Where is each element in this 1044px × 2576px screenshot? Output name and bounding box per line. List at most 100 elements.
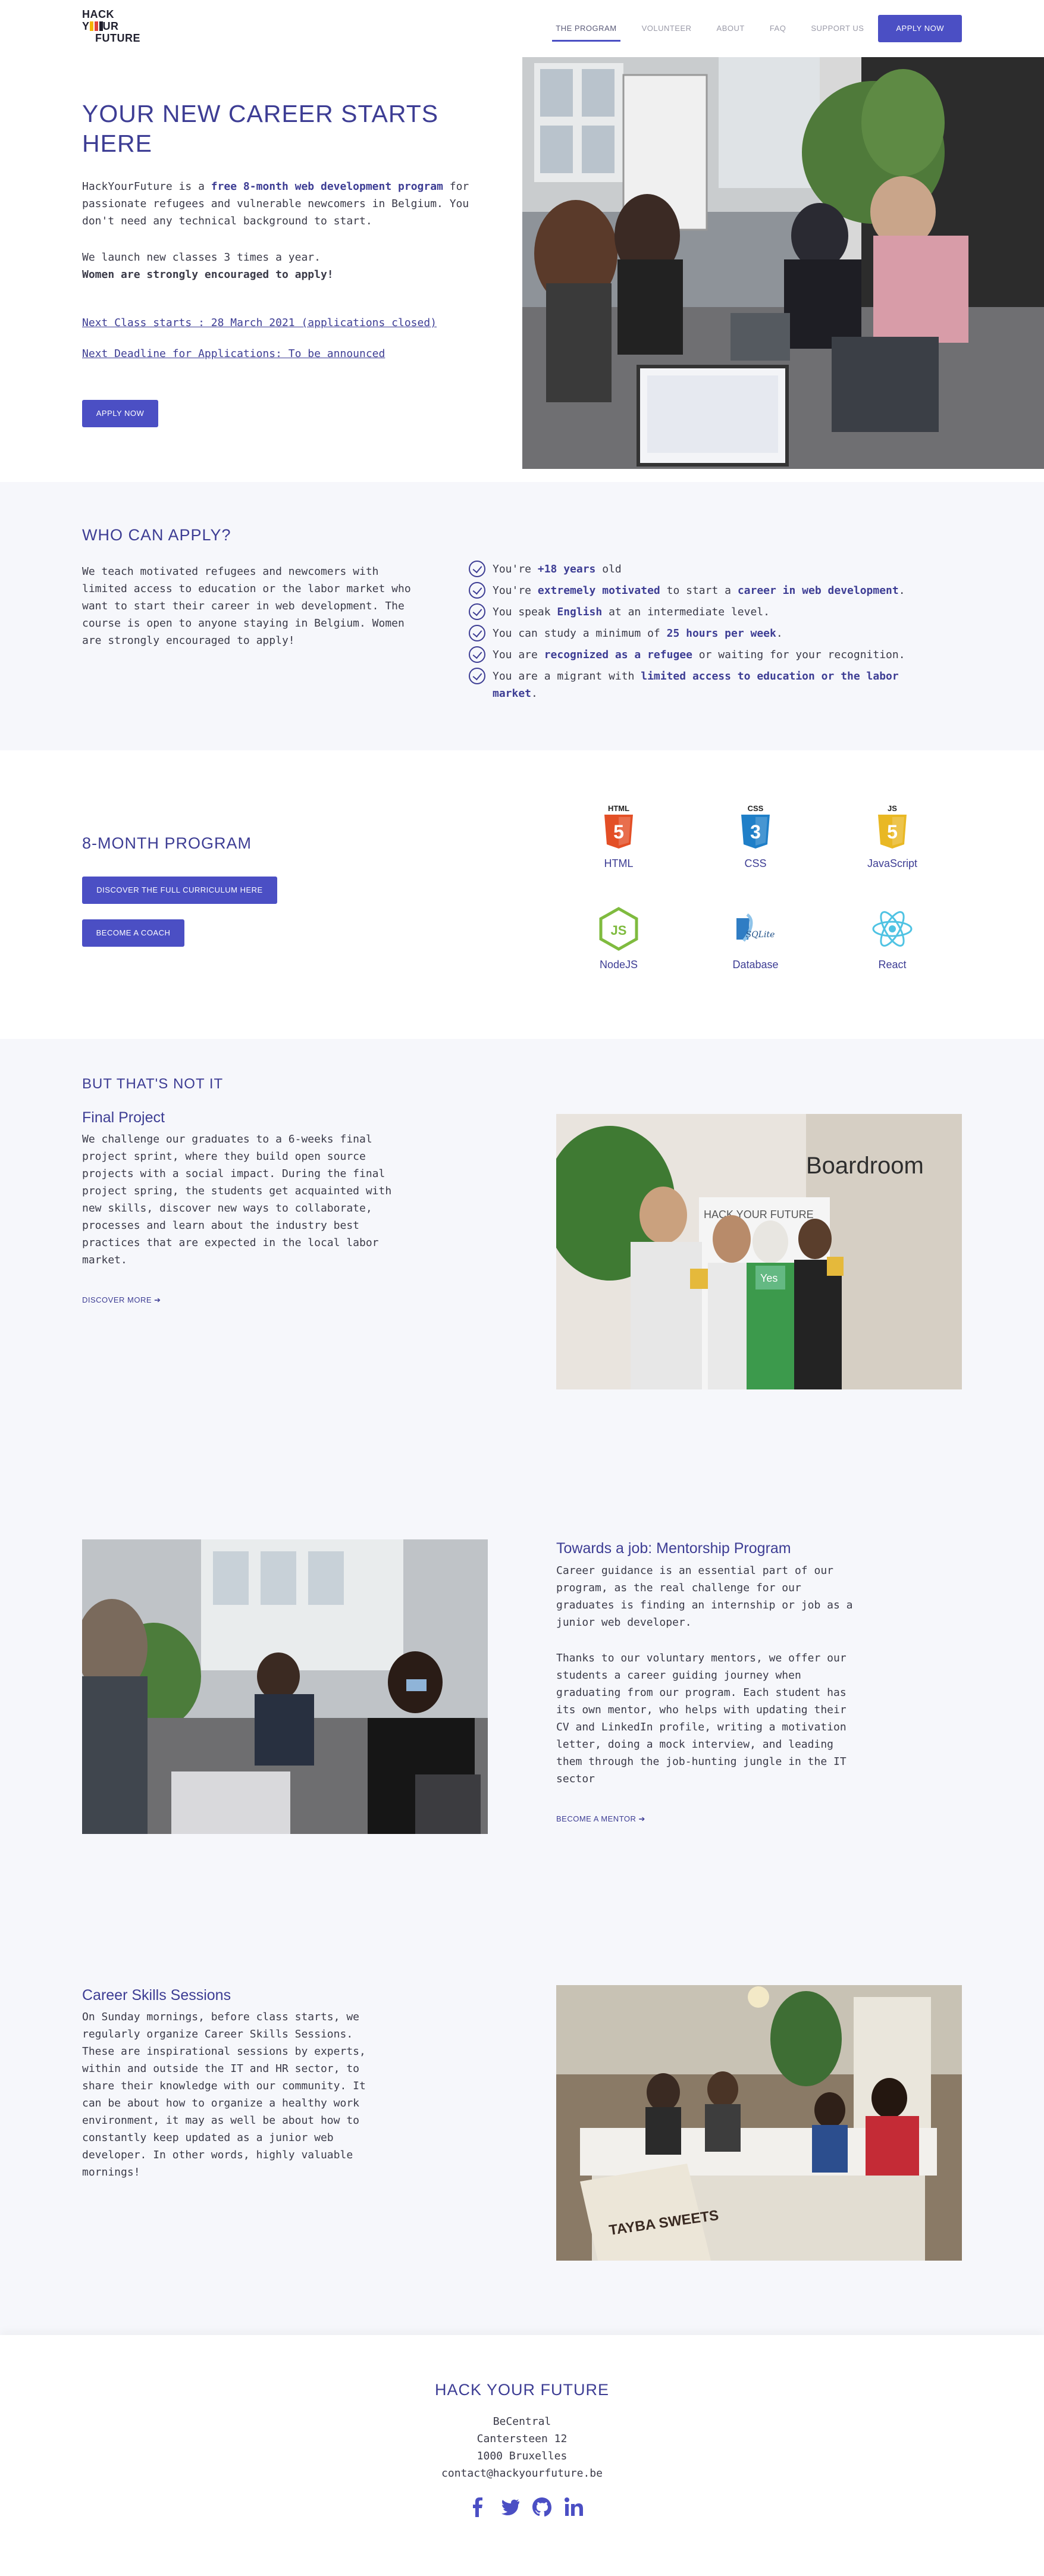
footer-address-3: 1000 Bruxelles — [476, 2450, 568, 2462]
next-class-link[interactable]: Next Class starts : 28 March 2021 (appli… — [82, 317, 437, 329]
become-coach-button[interactable]: BECOME A COACH — [82, 919, 184, 947]
site-footer: HACK YOUR FUTURE BeCentral Cantersteen 1… — [0, 2335, 1044, 2576]
intro-text: HackYourFuture is a — [82, 180, 211, 193]
footer-address-1: BeCentral — [493, 2415, 551, 2428]
footer-address-2: Cantersteen 12 — [476, 2433, 568, 2445]
criteria-highlight: +18 years — [537, 563, 596, 575]
nav-volunteer[interactable]: VOLUNTEER — [642, 15, 692, 42]
check-circle-icon — [469, 603, 485, 620]
mentorship-text-2: Thanks to our voluntary mentors, we offe… — [556, 1652, 847, 1785]
mentorship-illustration — [82, 1539, 488, 1834]
discover-more-link[interactable]: DISCOVER MORE ➔ — [82, 1295, 161, 1305]
criteria-text: You're extremely motivated to start a ca… — [493, 582, 905, 599]
tech-item: JS 5 JavaScript — [845, 803, 940, 870]
criteria-highlight: career in web development — [737, 584, 899, 597]
arrow-right-icon: ➔ — [154, 1295, 161, 1304]
hero-title: YOUR NEW CAREER STARTS HERE — [82, 100, 439, 157]
github-icon[interactable] — [532, 2497, 552, 2517]
criteria-fragment: or waiting for your recognition. — [692, 649, 905, 661]
final-project-title: Final Project — [82, 1109, 165, 1126]
breakfast-illustration: TAYBA SWEETS — [556, 1985, 962, 2261]
svg-text:CSS: CSS — [748, 804, 764, 813]
hero-apply-button[interactable]: APPLY NOW — [82, 400, 158, 427]
criteria-item: You're extremely motivated to start a ca… — [469, 582, 939, 599]
criteria-text: You are recognized as a refugee or waiti… — [493, 646, 905, 663]
career-skills-photo: TAYBA SWEETS — [556, 1985, 962, 2261]
hero-section: YOUR NEW CAREER STARTS HERE HackYourFutu… — [0, 57, 1044, 469]
logo-letter: Y — [82, 20, 90, 32]
criteria-fragment: You are a migrant with — [493, 670, 641, 683]
site-header: HACK Y UR FUTURE THE PROGRAM VOLUNTEER AB… — [0, 0, 1044, 57]
logo-line-2: Y UR — [82, 20, 152, 32]
criteria-text: You're +18 years old — [493, 561, 622, 578]
svg-text:5: 5 — [613, 821, 624, 843]
svg-text:5: 5 — [887, 821, 898, 843]
curriculum-button[interactable]: DISCOVER THE FULL CURRICULUM HERE — [82, 877, 277, 904]
nav-the-program[interactable]: THE PROGRAM — [552, 15, 620, 42]
criteria-highlight: extremely motivated — [537, 584, 660, 597]
criteria-fragment: . — [531, 687, 538, 700]
photo-banner-text: HACK YOUR FUTURE — [704, 1209, 814, 1220]
mentorship-text-1: Career guidance is an essential part of … — [556, 1564, 853, 1629]
logo-line-3: FUTURE — [95, 32, 140, 44]
tech-item: JS NodeJS — [571, 906, 666, 971]
criteria-fragment: old — [595, 563, 622, 575]
check-circle-icon — [469, 625, 485, 641]
svg-text:JS: JS — [611, 923, 627, 938]
svg-text:SQLite: SQLite — [746, 930, 775, 940]
become-mentor-link[interactable]: BECOME A MENTOR ➔ — [556, 1814, 645, 1824]
criteria-highlight: English — [557, 606, 603, 618]
nav-about[interactable]: ABOUT — [717, 15, 745, 42]
criteria-fragment: to start a — [660, 584, 738, 597]
tech-item: CSS 3 CSS — [708, 803, 803, 870]
logo-letters: UR — [102, 20, 119, 32]
tech-label: JavaScript — [867, 857, 918, 869]
who-title: WHO CAN APPLY? — [82, 526, 231, 544]
criteria-item: You are a migrant with limited access to… — [469, 668, 939, 702]
nodejs-icon: JS — [571, 906, 666, 954]
check-circle-icon — [469, 561, 485, 577]
criteria-fragment: . — [898, 584, 905, 597]
database-icon: SQLite — [708, 906, 803, 954]
more-section: BUT THAT'S NOT IT Final Project We chall… — [0, 1039, 1044, 2335]
criteria-text: You can study a minimum of 25 hours per … — [493, 625, 783, 642]
criteria-text: You are a migrant with limited access to… — [493, 668, 939, 702]
tech-label: HTML — [604, 857, 634, 869]
javascript-icon: JS 5 — [845, 803, 940, 853]
logo-glyph-icon — [89, 21, 103, 31]
nav-support-us[interactable]: SUPPORT US — [811, 15, 864, 42]
criteria-fragment: You are — [493, 649, 544, 661]
main-nav: THE PROGRAM VOLUNTEER ABOUT FAQ SUPPORT … — [531, 15, 962, 42]
header-apply-button[interactable]: APPLY NOW — [878, 15, 962, 42]
criteria-item: You are recognized as a refugee or waiti… — [469, 646, 939, 663]
linkedin-icon[interactable] — [564, 2497, 584, 2517]
criteria-fragment: You're — [493, 563, 538, 575]
tech-label: React — [878, 959, 907, 971]
become-mentor-label: BECOME A MENTOR — [556, 1814, 637, 1823]
hyf-logo[interactable]: HACK Y UR FUTURE — [82, 8, 152, 49]
photo-card-text: Yes — [760, 1272, 777, 1284]
program-title: 8-MONTH PROGRAM — [82, 834, 252, 852]
twitter-icon[interactable] — [500, 2497, 520, 2517]
footer-email[interactable]: contact@hackyourfuture.be — [0, 2467, 1044, 2480]
svg-text:HTML: HTML — [608, 804, 629, 813]
more-title: BUT THAT'S NOT IT — [82, 1076, 224, 1092]
criteria-text: You speak English at an intermediate lev… — [493, 603, 770, 621]
hero-classes: We launch new classes 3 times a year. — [82, 251, 321, 264]
svg-text:JS: JS — [888, 804, 897, 813]
criteria-list: You're +18 years old You're extremely mot… — [469, 561, 939, 706]
tech-label: CSS — [744, 857, 767, 869]
program-section: 8-MONTH PROGRAM DISCOVER THE FULL CURRIC… — [0, 750, 1044, 1039]
check-circle-icon — [469, 646, 485, 663]
criteria-fragment: You're — [493, 584, 538, 597]
next-deadline-link[interactable]: Next Deadline for Applications: To be an… — [82, 348, 385, 360]
tech-label: Database — [732, 959, 779, 971]
tech-label: NodeJS — [599, 959, 638, 971]
facebook-icon[interactable] — [468, 2497, 488, 2517]
nav-faq[interactable]: FAQ — [770, 15, 786, 42]
who-can-apply-section: WHO CAN APPLY? We teach motivated refuge… — [0, 482, 1044, 750]
criteria-highlight: 25 hours per week — [666, 627, 776, 640]
who-description: We teach motivated refugees and newcomer… — [82, 565, 411, 647]
criteria-fragment: . — [776, 627, 783, 640]
social-links — [462, 2497, 590, 2517]
